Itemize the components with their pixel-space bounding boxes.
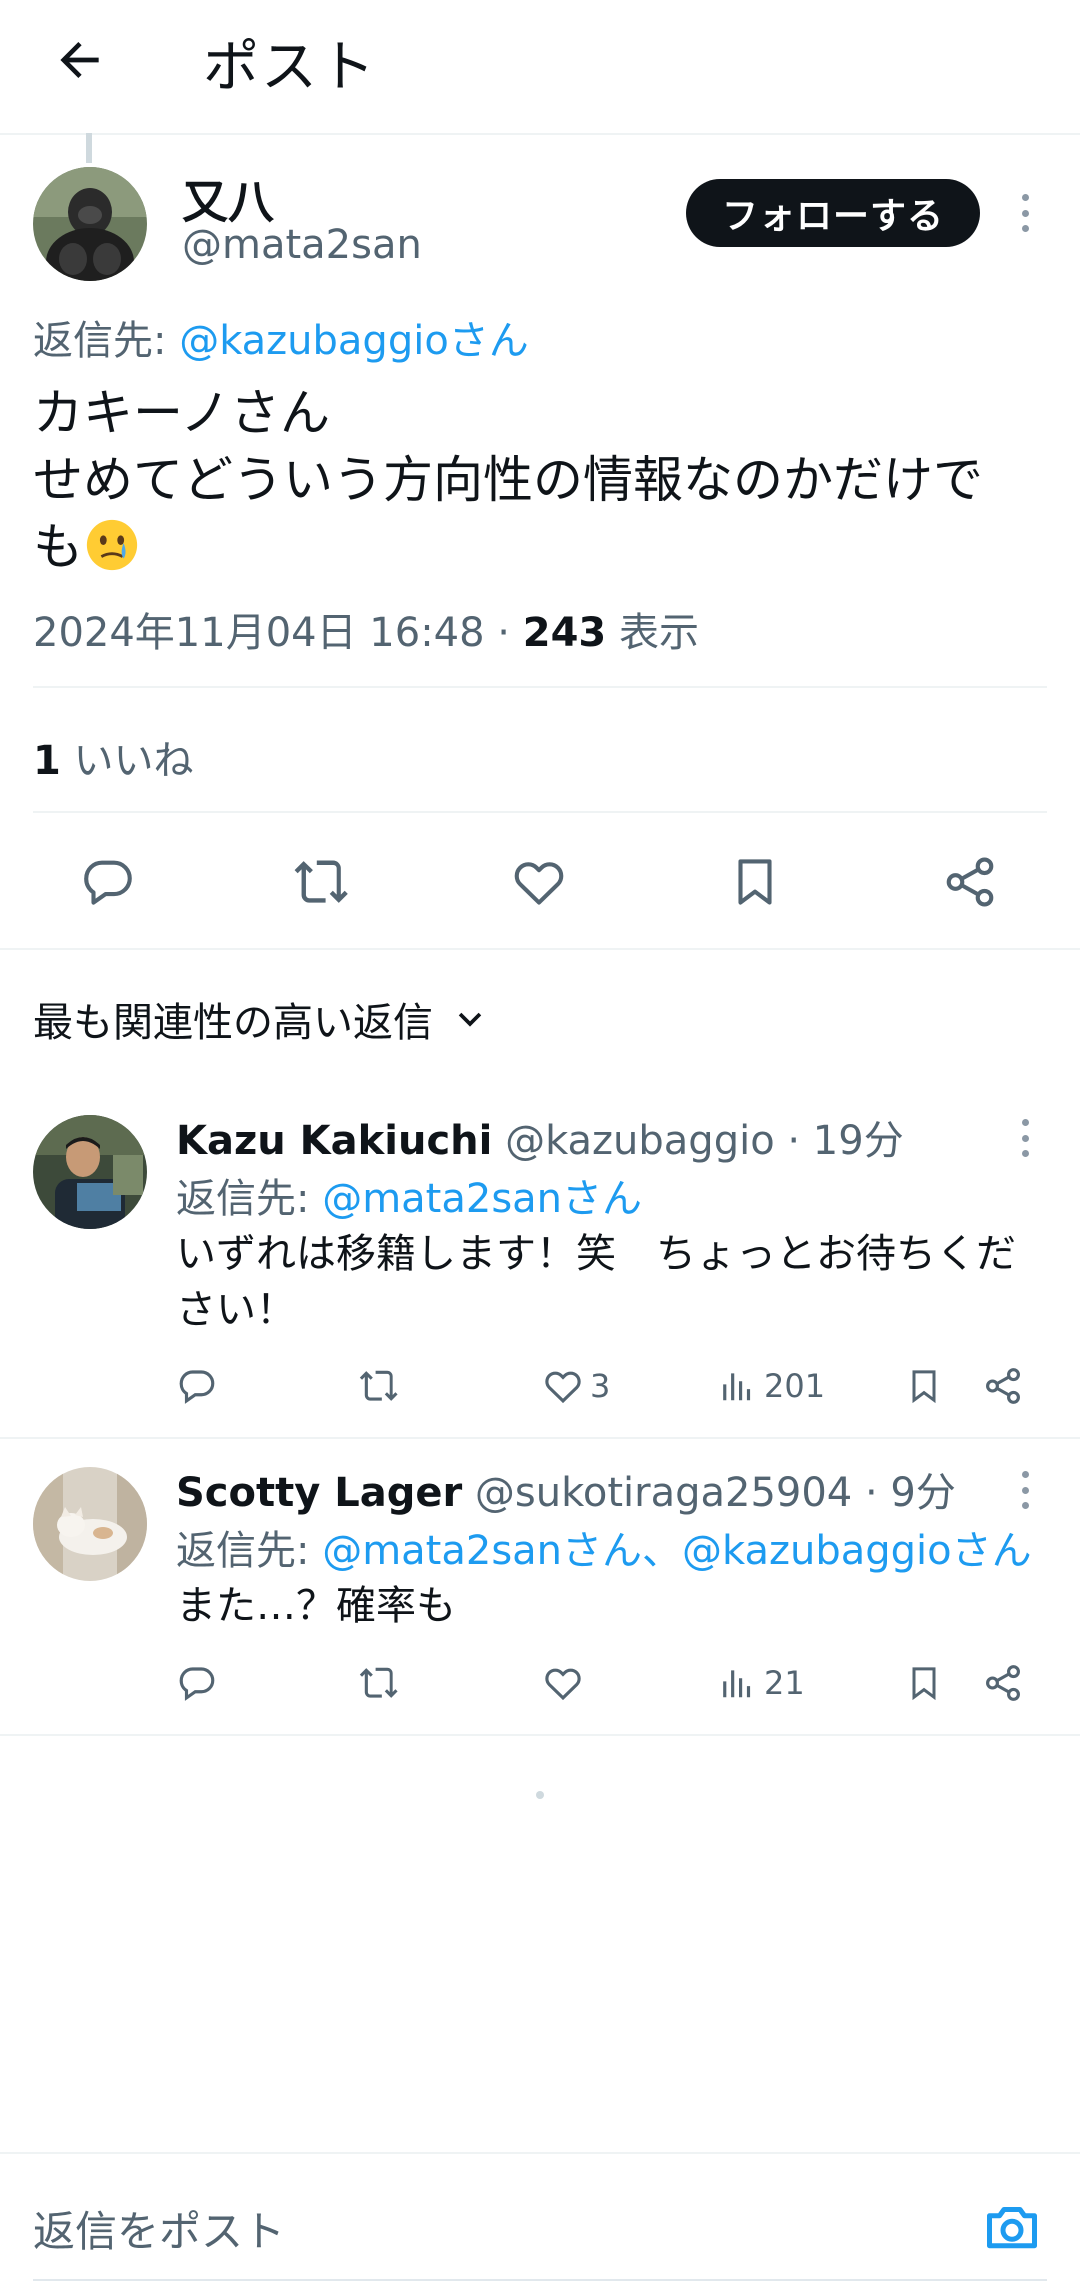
reply-icon[interactable] — [176, 1364, 218, 1408]
reply-sort-label: 最も関連性の高い返信 — [33, 1000, 433, 1046]
reply-compose-input[interactable]: 返信をポスト — [33, 2198, 285, 2259]
bookmark-icon[interactable] — [904, 1661, 944, 1705]
share-icon[interactable] — [982, 1364, 1024, 1408]
author-avatar[interactable] — [33, 167, 147, 281]
like-heart-icon[interactable] — [507, 850, 571, 914]
reply-text: また…？確率も — [176, 1583, 456, 1629]
crying-smile-emoji-icon — [83, 516, 141, 591]
repost-icon[interactable] — [358, 1661, 402, 1705]
top-bar — [0, 0, 1080, 135]
reply-avatar[interactable] — [33, 1115, 147, 1229]
reply-handle-time[interactable]: @kazubaggio · 19分 — [492, 1118, 904, 1164]
page-title: ポスト — [203, 35, 377, 100]
reply-icon[interactable] — [76, 850, 140, 914]
divider — [0, 1437, 1080, 1439]
divider — [0, 948, 1080, 950]
follow-button[interactable]: フォローする — [686, 179, 980, 247]
camera-button[interactable] — [980, 2195, 1044, 2259]
like-button[interactable]: 3 — [542, 1364, 610, 1408]
reply-icon[interactable] — [176, 1661, 218, 1705]
more-options-icon[interactable] — [1010, 1113, 1040, 1163]
post-text-line: カキーノさん — [33, 384, 330, 442]
compose-underline — [33, 2279, 1047, 2281]
heart-icon — [545, 1668, 581, 1701]
divider — [0, 2152, 1080, 2154]
repost-icon[interactable] — [358, 1364, 402, 1408]
divider — [33, 686, 1047, 688]
more-options-icon[interactable] — [1010, 188, 1040, 238]
repost-icon[interactable] — [291, 850, 355, 914]
reply-to-prefix: 返信先: — [33, 318, 180, 364]
likes-summary[interactable]: 1 いいね — [33, 728, 194, 786]
views-button[interactable]: 21 — [720, 1661, 805, 1705]
reply-to-mention[interactable]: @mata2sanさん — [322, 1176, 642, 1222]
reply-to-mention[interactable]: @mata2sanさん、@kazubaggioさん — [322, 1528, 1031, 1574]
share-icon[interactable] — [982, 1661, 1024, 1705]
reply-sort-dropdown[interactable]: 最も関連性の高い返信 — [33, 990, 487, 1048]
reply-handle-time[interactable]: @sukotiraga25904 · 9分 — [462, 1470, 956, 1516]
likes-label: いいね — [60, 738, 194, 784]
reply-to-prefix: 返信先: — [176, 1528, 323, 1574]
like-button[interactable] — [542, 1661, 584, 1705]
more-options-icon[interactable] — [1010, 1465, 1040, 1515]
reply-text: いずれは移籍します！笑 ちょっとお待ちください！ — [176, 1231, 1016, 1333]
reply-to-prefix: 返信先: — [176, 1176, 323, 1222]
chevron-down-icon — [458, 1012, 482, 1027]
analytics-bar-icon — [723, 1373, 751, 1401]
reply-to-line: 返信先: @mata2sanさん、@kazubaggioさん — [176, 1518, 1032, 1576]
view-count: 201 — [764, 1367, 826, 1405]
back-button[interactable] — [44, 24, 116, 96]
bookmark-icon[interactable] — [904, 1364, 944, 1408]
divider — [0, 1734, 1080, 1736]
view-count: 21 — [764, 1664, 805, 1702]
analytics-bar-icon — [723, 1670, 751, 1698]
reply-display-name[interactable]: Kazu Kakiuchi — [176, 1118, 492, 1164]
reply-header: Scotty Lager @sukotiraga25904 · 9分 — [176, 1460, 956, 1518]
divider — [33, 811, 1047, 813]
reply-header: Kazu Kakiuchi @kazubaggio · 19分 — [176, 1108, 904, 1166]
views-count: 243 — [522, 610, 607, 656]
camera-icon — [987, 2207, 1037, 2249]
post-datetime[interactable]: 2024年11月04日 16:48 · — [33, 610, 523, 656]
thread-connector — [86, 133, 92, 163]
reply-to-mention[interactable]: @kazubaggioさん — [179, 318, 529, 364]
views-button[interactable]: 201 — [720, 1364, 825, 1408]
reply-display-name[interactable]: Scotty Lager — [176, 1470, 462, 1516]
share-icon[interactable] — [938, 850, 1002, 914]
back-arrow-icon — [60, 42, 99, 78]
reply-avatar[interactable] — [33, 1467, 147, 1581]
likes-count: 1 — [33, 738, 61, 784]
reply-to-line: 返信先: @mata2sanさん — [176, 1166, 642, 1224]
author-handle[interactable]: @mata2san — [182, 222, 422, 268]
heart-icon — [545, 1371, 581, 1404]
reply-to-line: 返信先: @kazubaggioさん — [33, 308, 529, 366]
post-meta: 2024年11月04日 16:48 · 243 表示 — [33, 600, 699, 658]
loading-indicator — [536, 1791, 544, 1799]
post-text-line: せめてどういう方向性の情報なのかだけで — [33, 451, 983, 509]
bookmark-icon[interactable] — [723, 850, 787, 914]
post-text-line: も — [33, 514, 1043, 591]
like-count: 3 — [590, 1367, 611, 1405]
views-label: 表示 — [606, 610, 699, 656]
post-text: カキーノさん せめてどういう方向性の情報なのかだけで も — [33, 380, 1043, 591]
